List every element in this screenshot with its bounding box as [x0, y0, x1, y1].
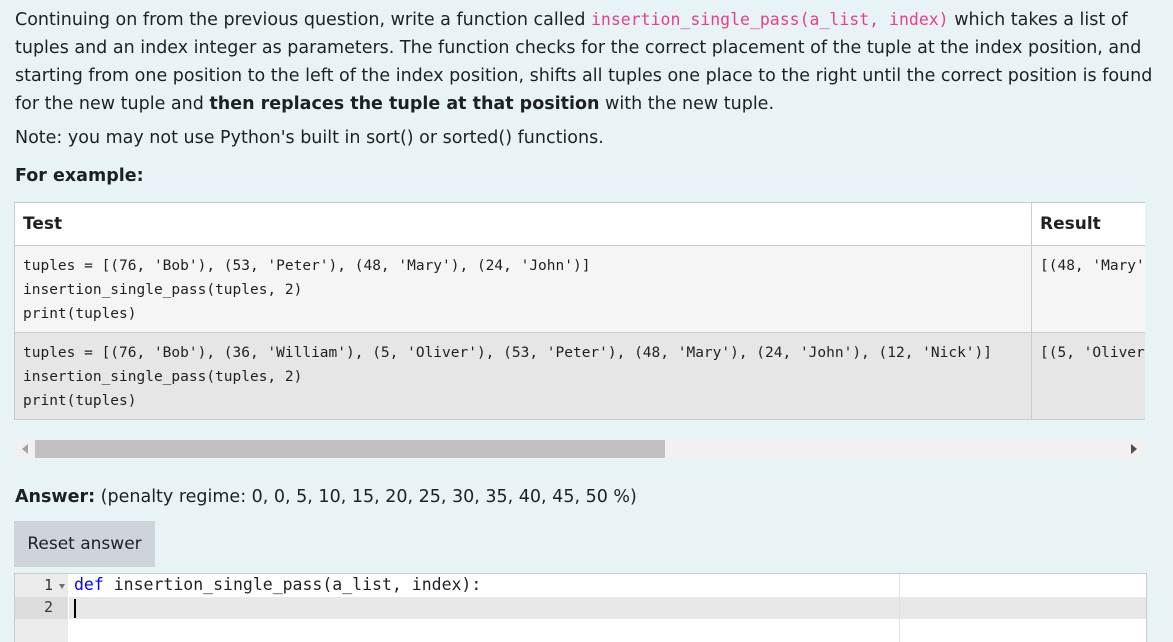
table-row: tuples = [(76, 'Bob'), (53, 'Peter'), (4… [14, 245, 1145, 333]
result-cell: [(48, 'Mary' [1031, 245, 1145, 333]
question-description-bold: then replaces the tuple at that position [209, 94, 600, 114]
code-line-1-text: insertion_single_pass(a_list, index): [103, 575, 482, 594]
header-result: Result [1031, 202, 1145, 246]
test-cell: tuples = [(76, 'Bob'), (36, 'William'), … [14, 332, 1032, 420]
text-cursor [74, 599, 76, 618]
question-description-b: with the new tuple. [599, 94, 775, 114]
horizontal-scrollbar[interactable] [14, 439, 1145, 459]
print-margin [899, 574, 900, 642]
keyword-def: def [74, 575, 104, 594]
line-number: 1 [43, 576, 53, 594]
scroll-right-icon[interactable] [1131, 444, 1137, 454]
question-text: Continuing on from the previous question… [15, 6, 1155, 118]
answer-line: Answer: (penalty regime: 0, 0, 5, 10, 15… [15, 487, 637, 507]
for-example-heading: For example: [15, 166, 144, 186]
examples-table: Test Result tuples = [(76, 'Bob'), (53, … [14, 202, 1145, 420]
line-number: 2 [43, 598, 53, 616]
note-text: Note: you may not use Python's built in … [15, 128, 604, 148]
scrollbar-thumb[interactable] [35, 440, 665, 458]
question-intro: Continuing on from the previous question… [15, 10, 591, 30]
active-line-highlight [69, 597, 1146, 619]
code-line-1[interactable]: def insertion_single_pass(a_list, index)… [74, 575, 481, 594]
scroll-left-icon[interactable] [22, 444, 28, 454]
table-row: tuples = [(76, 'Bob'), (36, 'William'), … [14, 332, 1145, 420]
test-cell: tuples = [(76, 'Bob'), (53, 'Peter'), (4… [14, 245, 1032, 333]
result-cell: [(5, 'Oliver [1031, 332, 1145, 420]
fold-arrow-icon[interactable] [59, 584, 65, 589]
header-test: Test [14, 202, 1032, 246]
answer-label: Answer: [15, 487, 96, 507]
reset-answer-button[interactable]: Reset answer [14, 521, 155, 567]
function-name-code: insertion_single_pass(a_list, index) [591, 10, 949, 29]
examples-table-container[interactable]: Test Result tuples = [(76, 'Bob'), (53, … [14, 202, 1145, 420]
penalty-regime: (penalty regime: 0, 0, 5, 10, 15, 20, 25… [100, 487, 637, 507]
code-editor[interactable]: 1 2 def insertion_single_pass(a_list, in… [14, 573, 1147, 642]
